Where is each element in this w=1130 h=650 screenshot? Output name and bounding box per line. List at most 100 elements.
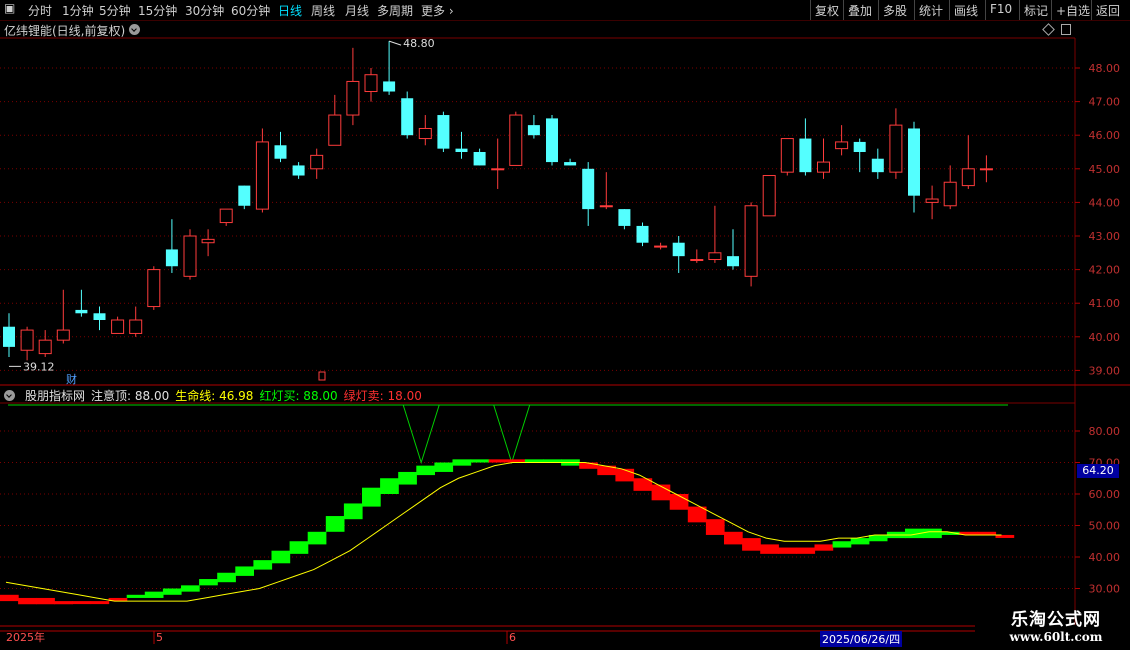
candle-up xyxy=(835,141,849,150)
indicator-block xyxy=(416,465,435,476)
indicator-block xyxy=(271,550,291,564)
current-value-label: 64.20 xyxy=(1077,464,1119,478)
signal-marker xyxy=(402,404,440,465)
candle-up xyxy=(346,80,360,116)
candle-up xyxy=(762,175,776,217)
indicator-block xyxy=(162,588,182,595)
candle-up xyxy=(56,329,70,341)
indicator-param-1: 生命线: 46.98 xyxy=(175,389,254,403)
date-year: 2025年 xyxy=(6,630,45,644)
indicator-block xyxy=(796,547,816,554)
indicator-block xyxy=(724,531,743,545)
indicator-block xyxy=(615,468,635,482)
high-marker-label: 48.80 xyxy=(403,37,435,50)
price-axis-label-5: 43.00 xyxy=(1089,230,1121,243)
candle-up xyxy=(129,319,143,334)
price-axis-label-4: 44.00 xyxy=(1089,196,1121,209)
indicator-block xyxy=(850,538,870,545)
candle-down xyxy=(165,249,178,267)
price-axis-label-2: 46.00 xyxy=(1089,129,1121,142)
event-marker xyxy=(318,371,326,381)
indicator-block xyxy=(343,503,363,520)
price-axis-label-6: 42.00 xyxy=(1089,264,1121,277)
candle-down xyxy=(401,98,414,136)
candle-down xyxy=(527,125,540,136)
indicator-block xyxy=(307,531,327,545)
candle-down xyxy=(274,145,287,159)
candle-down xyxy=(93,313,106,320)
indicator-param-3: 绿灯卖: 18.00 xyxy=(343,389,422,403)
candle-up xyxy=(328,114,342,146)
candle-down xyxy=(618,209,631,226)
indicator-block xyxy=(362,487,381,507)
candle-down xyxy=(75,309,88,314)
candle-up xyxy=(599,205,613,208)
candle-up xyxy=(491,168,505,171)
indicator-block xyxy=(18,597,37,605)
high-marker-line xyxy=(388,40,402,46)
indicator-title: 股朋指标网 注意顶: 88.00 生命线: 46.98 红灯买: 88.00 绿灯卖: … xyxy=(0,387,434,403)
candle-down xyxy=(383,81,396,92)
candle-up xyxy=(889,124,903,173)
candle-up xyxy=(111,319,125,334)
indicator-block xyxy=(144,591,164,598)
indicator-name: 股朋指标网 xyxy=(25,389,86,403)
indicator-block xyxy=(253,560,273,570)
candle-up xyxy=(219,208,233,224)
indicator-param-0: 注意顶: 88.00 xyxy=(91,389,170,403)
indicator-axis-label-4: 40.00 xyxy=(1089,551,1121,564)
watermark-title: 乐淘公式网 xyxy=(1011,610,1101,630)
candle-up xyxy=(817,161,830,173)
indicator-block xyxy=(923,528,942,539)
life-line xyxy=(5,462,1002,602)
indicator-block xyxy=(72,601,92,605)
indicator-dropdown-icon[interactable] xyxy=(4,390,15,401)
indicator-block xyxy=(90,601,110,605)
indicator-block xyxy=(36,597,55,605)
candle-down xyxy=(582,168,595,210)
price-axis-label-8: 40.00 xyxy=(1089,331,1121,344)
candle-up xyxy=(943,181,957,207)
indicator-block xyxy=(452,459,472,466)
price-axis-label-9: 39.00 xyxy=(1089,364,1121,377)
indicator-block xyxy=(217,572,236,583)
signal-marker xyxy=(493,404,531,465)
candle-down xyxy=(636,225,649,243)
indicator-block xyxy=(289,541,309,554)
candle-down xyxy=(727,256,739,267)
indicator-block xyxy=(742,538,761,551)
candle-down xyxy=(473,152,486,166)
candle-up xyxy=(364,74,378,93)
candle-down xyxy=(3,326,15,347)
candle-up xyxy=(20,329,34,351)
candle-down xyxy=(437,115,450,149)
indicator-block xyxy=(380,478,399,494)
indicator-param-2: 红灯买: 88.00 xyxy=(259,389,338,403)
candle-up xyxy=(201,238,215,244)
candle-up xyxy=(147,269,161,308)
indicator-block xyxy=(181,585,200,592)
indicator-block xyxy=(325,516,345,532)
indicator-block xyxy=(651,484,671,501)
indicator-block xyxy=(126,594,146,598)
candle-down xyxy=(546,118,558,163)
indicator-block xyxy=(199,579,218,586)
candle-up xyxy=(418,127,432,140)
price-axis-label-0: 48.00 xyxy=(1089,62,1121,75)
candle-down xyxy=(853,141,866,152)
indicator-axis-label-3: 50.00 xyxy=(1089,520,1121,533)
date-month-5: 5 xyxy=(156,631,163,644)
candle-down xyxy=(871,158,884,173)
candle-up xyxy=(690,259,704,262)
indicator-block xyxy=(0,594,19,602)
indicator-block xyxy=(669,494,689,510)
indicator-axis-label-5: 30.00 xyxy=(1089,583,1121,596)
low-marker-label: 39.12 xyxy=(23,360,55,373)
candle-down xyxy=(908,128,920,196)
indicator-block xyxy=(398,471,417,485)
price-axis-label-7: 41.00 xyxy=(1089,297,1121,310)
candle-up xyxy=(780,138,794,173)
kline-chart[interactable]: 48.00 47.00 46.00 45.00 44.00 43.00 42.00 41.00… xyxy=(0,0,1130,650)
candle-up xyxy=(925,198,939,203)
indicator-block xyxy=(434,462,454,472)
